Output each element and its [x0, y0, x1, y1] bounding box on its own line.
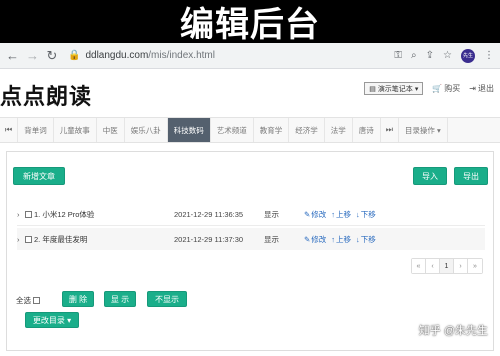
move-down-link[interactable]: ↓ 下移 — [356, 209, 376, 220]
move-down-label: 下移 — [360, 210, 376, 219]
arrow-down-icon: ↓ — [356, 234, 360, 244]
star-icon[interactable]: ☆ — [443, 50, 452, 61]
pagination: « ‹ 1 › » — [411, 258, 483, 274]
site-logo[interactable]: 点点朗读 — [0, 79, 102, 111]
scroll-left-icon[interactable]: ⏮ — [0, 118, 19, 142]
cart-icon: 🛒 — [432, 84, 443, 93]
zoom-icon[interactable]: ⌕ — [411, 50, 417, 61]
edit-label: 修改 — [311, 234, 327, 244]
back-arrow-icon[interactable]: ← — [6, 49, 19, 62]
table-row: › 2. 年度最佳发明 2021-12-29 11:37:30 显示 ✎ 修改 ↑… — [17, 228, 485, 250]
arrow-down-icon: ↓ — [356, 210, 360, 219]
category-tab[interactable]: 法学 — [325, 118, 353, 142]
category-tab[interactable]: 艺术频道 — [211, 118, 254, 142]
book-icon: ▤ — [369, 85, 376, 93]
move-up-label: 上移 — [336, 210, 352, 219]
forward-arrow-icon[interactable]: → — [26, 49, 39, 62]
show-button[interactable]: 显 示 — [104, 291, 136, 307]
import-button[interactable]: 导入 — [413, 167, 447, 185]
buy-label: 购买 — [444, 84, 461, 93]
share-icon[interactable]: ⇪ — [426, 50, 434, 61]
select-all[interactable]: 全选 — [16, 295, 42, 306]
caret-down-icon: ▾ — [414, 85, 419, 93]
edit-link[interactable]: ✎ 修改 — [304, 234, 326, 245]
delete-button[interactable]: 删 除 — [62, 291, 94, 307]
export-button[interactable]: 导出 — [454, 167, 488, 185]
logout-icon: ⇥ — [469, 84, 476, 93]
edit-label: 修改 — [311, 210, 327, 219]
category-nav: ⏮ 背单词 儿童故事 中医 娱乐八卦 科技数码 艺术频道 教育学 经济学 法学 … — [0, 117, 500, 143]
top-banner: 编辑后台 — [0, 0, 500, 45]
row-checkbox[interactable] — [25, 235, 32, 243]
logout-label: 退出 — [478, 84, 494, 93]
expand-caret-icon[interactable]: › — [17, 210, 25, 219]
article-title[interactable]: 1. 小米12 Pro体验 — [34, 209, 174, 220]
article-date: 2021-12-29 11:36:35 — [174, 210, 244, 219]
move-up-link[interactable]: ↑ 上移 — [331, 234, 351, 245]
watermark: 知乎 @朱先生 — [418, 325, 488, 337]
article-panel: 新增文章 导入 导出 › 1. 小米12 Pro体验 2021-12-29 11… — [6, 151, 494, 351]
arrow-up-icon: ↑ — [331, 234, 336, 244]
catalog-ops-dropdown[interactable]: 目录操作 ▾ — [399, 118, 448, 142]
page-last[interactable]: » — [468, 259, 482, 273]
edit-icon: ✎ — [304, 234, 311, 244]
lock-icon: 🔒 — [68, 49, 81, 61]
notebook-label: 演示笔记本 — [377, 85, 413, 93]
article-state: 显示 — [264, 210, 279, 219]
url-path: /mis/index.html — [148, 50, 215, 61]
banner-title: 编辑后台 — [180, 5, 320, 45]
category-tab[interactable]: 唐诗 — [353, 118, 381, 142]
page-prev[interactable]: ‹ — [426, 259, 440, 273]
new-article-button[interactable]: 新增文章 — [13, 167, 65, 185]
site-header: 点点朗读 ▤ 演示笔记本 ▾ 🛒 购买 ⇥ 退出 — [0, 69, 500, 113]
browser-toolbar: ← → ↻ 🔒 ddlangdu.com/mis/index.html ⚿ ⌕ … — [0, 43, 500, 69]
move-up-label: 上移 — [336, 234, 352, 244]
catalog-ops-label: 目录操作 — [404, 125, 435, 135]
caret-down-icon: ▾ — [434, 125, 441, 135]
article-state: 显示 — [264, 234, 279, 244]
url-text: ddlangdu.com/mis/index.html — [85, 50, 215, 61]
category-tab[interactable]: 儿童故事 — [54, 118, 97, 142]
move-up-link[interactable]: ↑ 上移 — [331, 209, 351, 220]
row-checkbox[interactable] — [25, 211, 32, 218]
edit-link[interactable]: ✎ 修改 — [304, 209, 326, 220]
page-current[interactable]: 1 — [440, 259, 454, 273]
select-all-checkbox[interactable] — [33, 297, 40, 304]
select-all-label: 全选 — [16, 296, 31, 305]
caret-down-icon: ▾ — [64, 315, 72, 325]
arrow-up-icon: ↑ — [331, 210, 336, 219]
move-down-label: 下移 — [360, 234, 376, 244]
category-tab[interactable]: 中医 — [97, 118, 125, 142]
key-icon[interactable]: ⚿ — [394, 50, 402, 61]
edit-icon: ✎ — [304, 210, 311, 219]
move-down-link[interactable]: ↓ 下移 — [356, 234, 376, 245]
buy-link[interactable]: 🛒 购买 — [432, 83, 460, 94]
avatar[interactable]: 先生 — [461, 48, 475, 63]
category-tab[interactable]: 经济学 — [289, 118, 325, 142]
url-host: ddlangdu.com — [85, 50, 149, 61]
hide-button[interactable]: 不显示 — [147, 291, 187, 307]
logout-link[interactable]: ⇥ 退出 — [469, 83, 494, 94]
change-catalog-label: 更改目录 — [32, 315, 65, 325]
notebook-dropdown[interactable]: ▤ 演示笔记本 ▾ — [364, 82, 424, 95]
category-tab[interactable]: 教育学 — [254, 118, 290, 142]
page-next[interactable]: › — [454, 259, 468, 273]
reload-icon[interactable]: ↻ — [46, 49, 58, 62]
change-catalog-button[interactable]: 更改目录 ▾ — [25, 312, 79, 328]
address-bar[interactable]: 🔒 ddlangdu.com/mis/index.html — [66, 47, 386, 65]
category-tab-active[interactable]: 科技数码 — [167, 118, 211, 142]
article-date: 2021-12-29 11:37:30 — [174, 234, 244, 244]
article-title[interactable]: 2. 年度最佳发明 — [34, 234, 174, 245]
category-tab[interactable]: 娱乐八卦 — [125, 118, 168, 142]
more-menu-icon[interactable]: ⋮ — [484, 50, 494, 61]
page-first[interactable]: « — [412, 259, 426, 273]
scroll-right-icon[interactable]: ⏭ — [381, 118, 399, 142]
category-tab[interactable]: 背单词 — [18, 118, 54, 142]
expand-caret-icon[interactable]: › — [17, 235, 25, 244]
table-row: › 1. 小米12 Pro体验 2021-12-29 11:36:35 显示 ✎… — [17, 204, 485, 226]
